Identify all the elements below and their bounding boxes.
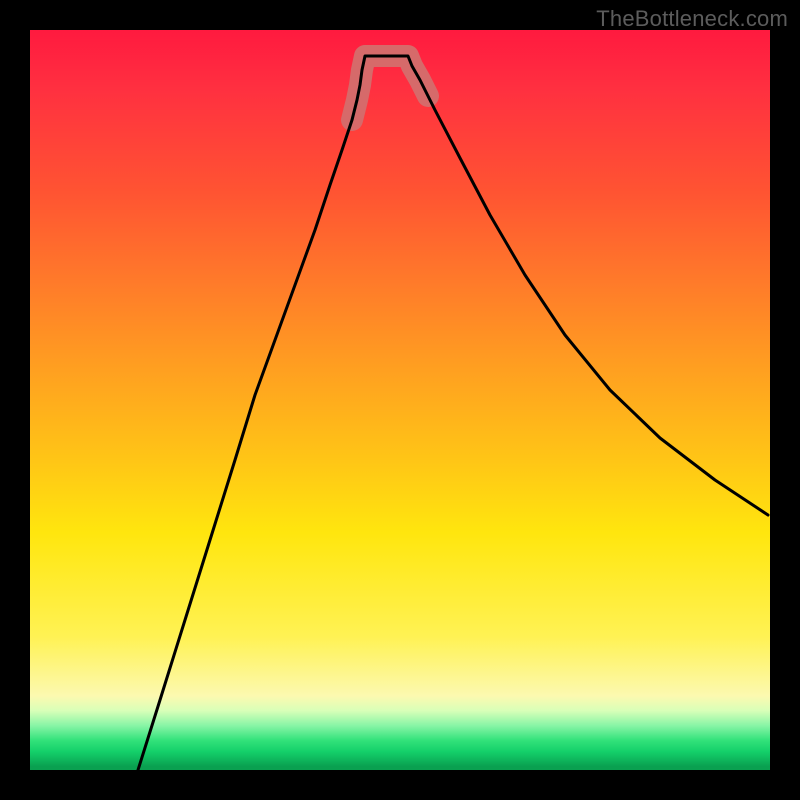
chart-plot-area [30, 30, 770, 770]
chart-svg [30, 30, 770, 770]
chart-stage: TheBottleneck.com [0, 0, 800, 800]
watermark-text: TheBottleneck.com [596, 6, 788, 32]
chart-series-curve-main [138, 56, 768, 770]
